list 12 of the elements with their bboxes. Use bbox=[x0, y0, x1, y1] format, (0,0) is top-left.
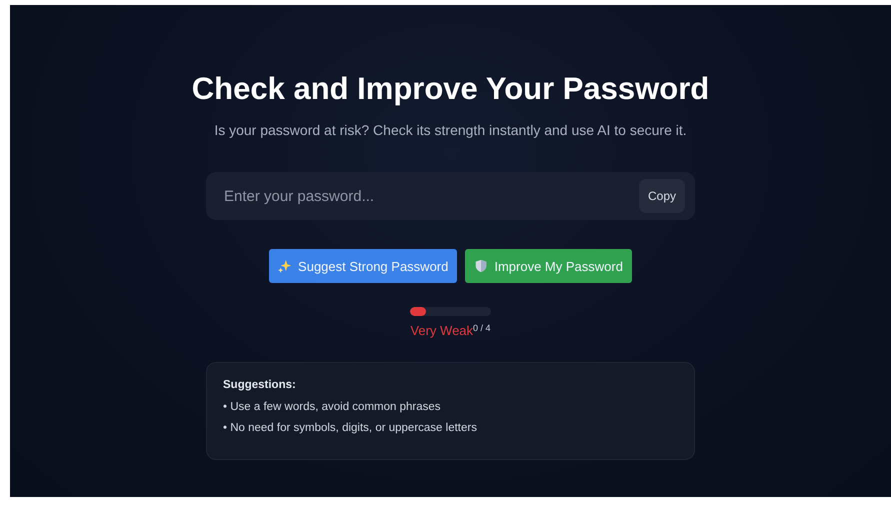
sparkles-icon bbox=[278, 259, 292, 273]
password-field[interactable]: Enter your password... Copy bbox=[206, 172, 695, 220]
suggestion-text: • Use a few words, avoid common phrases bbox=[223, 401, 442, 413]
suggestions-heading: Suggestions: bbox=[223, 379, 297, 391]
copy-button[interactable]: Copy bbox=[638, 179, 685, 213]
page-subtitle: Is your password at risk? Check its strength instantly and use AI to secure it. bbox=[214, 122, 687, 138]
page-title: Check and Improve Your Password bbox=[192, 71, 710, 107]
suggest-button[interactable]: Suggest Strong Password bbox=[269, 249, 458, 283]
strength-label: Very Weak bbox=[410, 323, 474, 338]
suggestion-text: • No need for symbols, digits, or uppercase letters bbox=[223, 422, 478, 434]
shield-icon bbox=[474, 259, 488, 273]
strength-score: 0 / 4 bbox=[473, 323, 491, 333]
